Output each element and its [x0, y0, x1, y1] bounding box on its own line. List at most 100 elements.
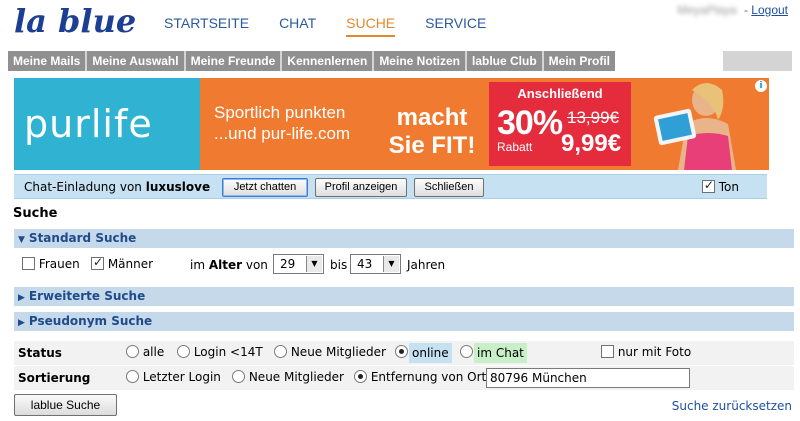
- user-box: MeyaPlaya - Logout: [677, 3, 788, 17]
- invite-user[interactable]: luxuslove: [146, 180, 210, 194]
- age-to-value: 43: [357, 257, 373, 271]
- radio-sort-neue[interactable]: [232, 370, 245, 383]
- invite-text: Chat-Einladung von luxuslove: [24, 180, 210, 194]
- age-bold: Alter: [208, 258, 243, 272]
- status-neue-mitglieder[interactable]: Neue Mitglieder: [274, 345, 386, 359]
- nav-service[interactable]: SERVICE: [425, 15, 486, 33]
- status-alle[interactable]: alle: [126, 345, 164, 359]
- age-to-label: bis: [330, 258, 348, 272]
- jetzt-chatten-button[interactable]: Jetzt chatten: [222, 178, 308, 197]
- lablue-suche-button[interactable]: lablue Suche: [14, 394, 117, 416]
- logo-text: la blue: [14, 2, 136, 40]
- sort-label: Sortierung: [18, 371, 91, 385]
- triangle-right-icon: ▶: [18, 318, 25, 328]
- sort-entfernung[interactable]: Entfernung von Ort: [354, 370, 486, 384]
- username[interactable]: MeyaPlaya: [677, 3, 736, 17]
- photo-label: nur mit Foto: [617, 345, 692, 359]
- photo-option[interactable]: nur mit Foto: [601, 345, 691, 359]
- status-row: Status alle Login <14T Neue Mitglieder o…: [14, 341, 794, 365]
- menu-filler: [723, 51, 792, 71]
- section-erweiterte-suche[interactable]: ▶ Erweiterte Suche: [14, 287, 794, 306]
- status-label: Status: [18, 346, 62, 360]
- ad-info-icon[interactable]: i: [755, 80, 767, 92]
- menu-mein-profil[interactable]: Mein Profil: [543, 51, 615, 71]
- age-from-label: von: [242, 258, 268, 272]
- section-standard-suche[interactable]: ▼ Standard Suche: [14, 229, 794, 248]
- maenner-label: Männer: [107, 257, 154, 271]
- status-alle-label: alle: [142, 345, 165, 359]
- ad-new-price: 9,99€: [561, 130, 622, 157]
- age-to-select[interactable]: 43 ▼: [350, 254, 401, 274]
- ad-brand-panel: purlife: [14, 78, 200, 170]
- schliessen-button[interactable]: Schließen: [414, 178, 484, 197]
- chevron-down-icon[interactable]: ▼: [383, 256, 399, 272]
- advertisement-banner[interactable]: purlife Sportlich punkten ...und pur-lif…: [14, 78, 769, 170]
- menu-meine-notizen[interactable]: Meine Notizen: [374, 51, 467, 71]
- frauen-label: Frauen: [38, 257, 80, 271]
- age-label: im Alter von: [190, 258, 268, 272]
- age-suffix: Jahren: [407, 258, 446, 272]
- ad-slogan-line2: ...und pur-life.com: [214, 124, 351, 143]
- age-from-select[interactable]: 29 ▼: [273, 254, 324, 274]
- ad-slogan: Sportlich punkten ...und pur-life.com: [214, 102, 350, 144]
- radio-letzter-login[interactable]: [126, 370, 139, 383]
- women-option[interactable]: Frauen: [22, 257, 80, 271]
- nur-mit-foto-checkbox[interactable]: [601, 345, 614, 358]
- sound-label: Ton: [718, 180, 739, 194]
- ad-discount: 30%: [497, 104, 563, 142]
- ad-woman-tablet-image: [636, 78, 769, 170]
- status-online[interactable]: online: [409, 343, 452, 363]
- standard-suche-label: Standard Suche: [28, 231, 137, 245]
- chat-invitation-bar: Chat-Einladung von luxuslove Jetzt chatt…: [14, 174, 767, 199]
- sort-neue-label: Neue Mitglieder: [248, 370, 344, 384]
- logout-link[interactable]: Logout: [751, 3, 788, 17]
- section-pseudonym-suche[interactable]: ▶ Pseudonym Suche: [14, 312, 794, 331]
- status-online-radio[interactable]: [395, 345, 408, 359]
- nav-chat[interactable]: CHAT: [279, 15, 316, 33]
- sort-letzter-login[interactable]: Letzter Login: [126, 370, 221, 384]
- menu-meine-auswahl[interactable]: Meine Auswahl: [87, 51, 186, 71]
- ad-slogan-big: macht Sie FIT!: [388, 104, 476, 159]
- menu-meine-mails[interactable]: Meine Mails: [8, 51, 88, 71]
- sound-checkbox[interactable]: [701, 178, 715, 193]
- status-im-chat[interactable]: im Chat: [474, 343, 527, 363]
- ad-offer-box: Anschließend 30% Rabatt 13,99€ 9,99€: [489, 82, 631, 166]
- chevron-down-icon[interactable]: ▼: [306, 256, 322, 272]
- menu-lablue-club[interactable]: lablue Club: [466, 51, 544, 71]
- menu-meine-freunde[interactable]: Meine Freunde: [185, 51, 283, 71]
- suche-zuruecksetzen-link[interactable]: Suche zurücksetzen: [672, 399, 792, 413]
- radio-online[interactable]: [395, 345, 408, 358]
- ad-brand: purlife: [24, 102, 153, 146]
- radio-neue-mitglieder[interactable]: [274, 345, 287, 358]
- sound-toggle[interactable]: Ton: [701, 178, 739, 194]
- page-title: Suche: [13, 206, 58, 221]
- radio-login[interactable]: [177, 345, 190, 358]
- invite-prefix: Chat-Einladung von: [24, 180, 146, 194]
- radio-im-chat[interactable]: [460, 345, 473, 358]
- sort-row: Sortierung Letzter Login Neue Mitglieder…: [14, 366, 794, 390]
- nav-suche[interactable]: SUCHE: [346, 15, 396, 37]
- men-option[interactable]: Männer: [91, 255, 154, 271]
- main-menu: Meine Mails Meine Auswahl Meine Freunde …: [8, 51, 615, 71]
- sort-neue-mitglieder[interactable]: Neue Mitglieder: [232, 370, 344, 384]
- lablue-logo[interactable]: la blue: [12, 2, 137, 40]
- nav-startseite[interactable]: STARTSEITE: [164, 15, 249, 33]
- age-prefix: im: [190, 258, 209, 272]
- menu-kennenlernen[interactable]: Kennenlernen: [282, 51, 375, 71]
- user-separator: -: [743, 3, 748, 17]
- top-navigation: STARTSEITE CHAT SUCHE SERVICE: [164, 15, 516, 37]
- ad-slogan-line1: Sportlich punkten: [214, 103, 346, 122]
- status-im-chat-radio[interactable]: [460, 345, 473, 359]
- status-neue-label: Neue Mitglieder: [290, 345, 386, 359]
- status-login[interactable]: Login <14T: [177, 345, 263, 359]
- radio-entfernung[interactable]: [354, 370, 367, 383]
- frauen-checkbox[interactable]: [22, 257, 35, 270]
- profil-anzeigen-button[interactable]: Profil anzeigen: [315, 178, 407, 197]
- pseudonym-suche-label: Pseudonym Suche: [28, 314, 153, 328]
- location-input[interactable]: 80796 München: [486, 368, 690, 388]
- erweiterte-suche-label: Erweiterte Suche: [28, 289, 146, 303]
- ad-discount-label: Rabatt: [497, 140, 533, 154]
- sort-entfernung-label: Entfernung von Ort: [370, 370, 487, 384]
- maenner-checkbox[interactable]: [91, 255, 104, 270]
- radio-alle[interactable]: [126, 345, 139, 358]
